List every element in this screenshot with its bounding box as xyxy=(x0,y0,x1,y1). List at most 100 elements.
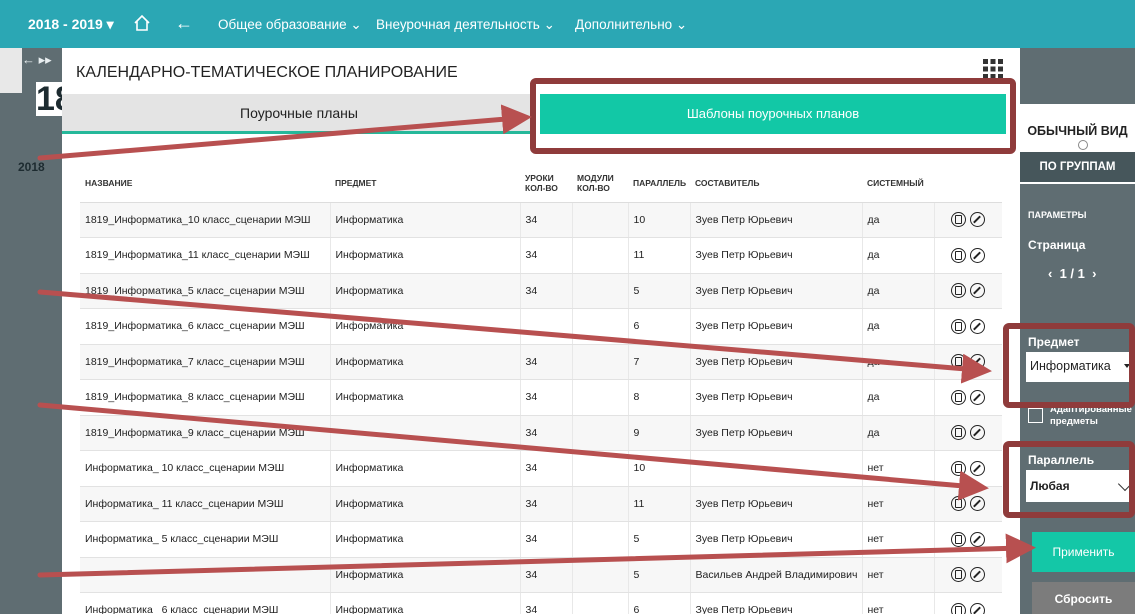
edit-icon[interactable] xyxy=(970,283,986,299)
copy-icon[interactable] xyxy=(951,212,967,228)
params-heading: ПАРАМЕТРЫ xyxy=(1028,210,1087,220)
cell-system: да xyxy=(862,379,935,416)
edit-icon[interactable] xyxy=(970,602,986,614)
col-header-subject[interactable]: ПРЕДМЕТ xyxy=(330,164,520,203)
edit-icon[interactable] xyxy=(970,212,986,228)
col-header-system[interactable]: СИСТЕМНЫЙ xyxy=(862,164,934,203)
copy-icon[interactable] xyxy=(951,354,967,370)
cell-parallel: 9 xyxy=(628,415,691,451)
table-row[interactable]: 1819_Информатика_6 класс_сценарии МЭШ Инф… xyxy=(80,308,1002,345)
edit-icon[interactable] xyxy=(970,354,986,370)
cell-name: Информатика_ 10 класс_сценарии МЭШ xyxy=(80,450,331,487)
cell-parallel: 6 xyxy=(628,308,691,345)
pager-value: 1 / 1 xyxy=(1059,266,1085,281)
cell-modules xyxy=(572,415,629,451)
next-page-icon[interactable]: › xyxy=(1092,266,1096,281)
left-corner-panel xyxy=(0,48,22,93)
copy-icon[interactable] xyxy=(951,531,967,547)
view-groups-option[interactable]: ПО ГРУППАМ xyxy=(1020,152,1135,182)
nav-additional[interactable]: Дополнительно ⌄ xyxy=(575,17,687,33)
tab-lesson-plans[interactable]: Поурочные планы xyxy=(62,94,536,134)
reset-button[interactable]: Сбросить xyxy=(1032,582,1135,614)
row-actions xyxy=(934,521,1002,558)
cell-system: да xyxy=(862,237,935,274)
year-selector-label: 2018 - 2019 xyxy=(28,16,103,32)
copy-icon[interactable] xyxy=(951,567,967,583)
nav-extracurricular[interactable]: Внеурочная деятельность ⌄ xyxy=(376,17,555,33)
templates-table: НАЗВАНИЕ ПРЕДМЕТ УРОКИ КОЛ-ВО МОДУЛИ КОЛ… xyxy=(80,164,1002,614)
edit-icon[interactable] xyxy=(970,318,986,334)
row-actions xyxy=(934,273,1002,309)
cell-parallel: 8 xyxy=(628,379,691,416)
cell-subject: Информатика xyxy=(330,202,521,238)
cell-system: нет xyxy=(862,450,935,487)
collapse-arrows-icon[interactable]: ← ▸▸ xyxy=(22,52,52,68)
cell-subject: Информатика xyxy=(330,237,521,274)
page-title: КАЛЕНДАРНО-ТЕМАТИЧЕСКОЕ ПЛАНИРОВАНИЕ xyxy=(76,64,458,81)
row-actions xyxy=(934,415,1002,451)
top-navigation-bar: 2018 - 2019 ▾ ← Общее образование ⌄ Внеу… xyxy=(0,0,1135,48)
edit-icon[interactable] xyxy=(970,531,986,547)
cell-lessons: 34 xyxy=(520,486,573,522)
edit-icon[interactable] xyxy=(970,496,986,512)
cell-system: нет xyxy=(862,592,935,614)
edit-icon[interactable] xyxy=(970,460,986,476)
row-actions xyxy=(934,344,1002,380)
cell-modules xyxy=(572,273,629,309)
cell-modules xyxy=(572,237,629,274)
cell-name: 1819_Информатика_5 класс_сценарии МЭШ xyxy=(80,273,331,309)
cell-author xyxy=(690,450,863,487)
table-row[interactable]: 1819_Информатика_7 класс_сценарии МЭШ Инф… xyxy=(80,344,1002,380)
nav-general-education[interactable]: Общее образование ⌄ xyxy=(218,17,362,33)
cell-author: Зуев Петр Юрьевич xyxy=(690,344,863,380)
table-row[interactable]: 1819_Информатика_11 класс_сценарии МЭШ Ин… xyxy=(80,237,1002,274)
cell-lessons: 34 xyxy=(520,202,573,238)
table-row[interactable]: 1819_Информатика_10 класс_сценарии МЭШ Ин… xyxy=(80,202,1002,238)
table-header-row: НАЗВАНИЕ ПРЕДМЕТ УРОКИ КОЛ-ВО МОДУЛИ КОЛ… xyxy=(80,164,1002,203)
table-row[interactable]: 1819_Информатика_8 класс_сценарии МЭШ Инф… xyxy=(80,379,1002,416)
adapted-checkbox[interactable] xyxy=(1028,408,1043,423)
col-header-parallel[interactable]: ПАРАЛЛЕЛЬ xyxy=(628,164,690,203)
view-toggle-dot[interactable] xyxy=(1078,140,1088,150)
home-icon[interactable] xyxy=(132,13,152,33)
view-normal-option[interactable]: ОБЫЧНЫЙ ВИД xyxy=(1020,124,1135,138)
cell-modules xyxy=(572,521,629,558)
copy-icon[interactable] xyxy=(951,318,967,334)
edit-icon[interactable] xyxy=(970,247,986,263)
col-header-actions xyxy=(934,164,1002,203)
copy-icon[interactable] xyxy=(951,425,967,441)
row-actions xyxy=(934,237,1002,274)
table-row[interactable]: Информатика_ 5 класс_сценарии МЭШ Информа… xyxy=(80,521,1002,558)
grid-menu-icon[interactable] xyxy=(982,58,1004,80)
table-row[interactable]: Информатика_ 11 класс_сценарии МЭШ Информ… xyxy=(80,486,1002,522)
copy-icon[interactable] xyxy=(951,602,967,614)
copy-icon[interactable] xyxy=(951,247,967,263)
back-arrow-icon[interactable]: ← xyxy=(175,14,193,32)
table-row[interactable]: Информатика_ 10 класс_сценарии МЭШ Информ… xyxy=(80,450,1002,487)
table-row[interactable]: Информатика 34 5 Васильев Андрей Владимиров… xyxy=(80,557,1002,593)
cell-system: да xyxy=(862,308,935,345)
row-actions xyxy=(934,450,1002,487)
edit-icon[interactable] xyxy=(970,389,986,405)
copy-icon[interactable] xyxy=(951,283,967,299)
cell-modules xyxy=(572,344,629,380)
col-header-author[interactable]: СОСТАВИТЕЛЬ xyxy=(690,164,862,203)
cell-system: нет xyxy=(862,557,935,593)
col-header-name[interactable]: НАЗВАНИЕ xyxy=(80,164,330,203)
table-row[interactable]: Информатика_ 6 класс_сценарии МЭШ Информа… xyxy=(80,592,1002,614)
col-header-modules[interactable]: МОДУЛИ КОЛ-ВО xyxy=(572,164,628,203)
table-row[interactable]: 1819_Информатика_9 класс_сценарии МЭШ 34 9… xyxy=(80,415,1002,451)
cell-lessons: 34 xyxy=(520,415,573,451)
col-header-lessons[interactable]: УРОКИ КОЛ-ВО xyxy=(520,164,572,203)
apply-button[interactable]: Применить xyxy=(1032,532,1135,572)
cell-lessons: 34 xyxy=(520,450,573,487)
edit-icon[interactable] xyxy=(970,567,986,583)
table-row[interactable]: 1819_Информатика_5 класс_сценарии МЭШ Инф… xyxy=(80,273,1002,309)
copy-icon[interactable] xyxy=(951,460,967,476)
annotation-highlight-parallel xyxy=(1003,441,1135,518)
year-selector[interactable]: 2018 - 2019 ▾ xyxy=(28,16,114,33)
edit-icon[interactable] xyxy=(970,425,986,441)
copy-icon[interactable] xyxy=(951,496,967,512)
copy-icon[interactable] xyxy=(951,389,967,405)
prev-page-icon[interactable]: ‹ xyxy=(1048,266,1052,281)
